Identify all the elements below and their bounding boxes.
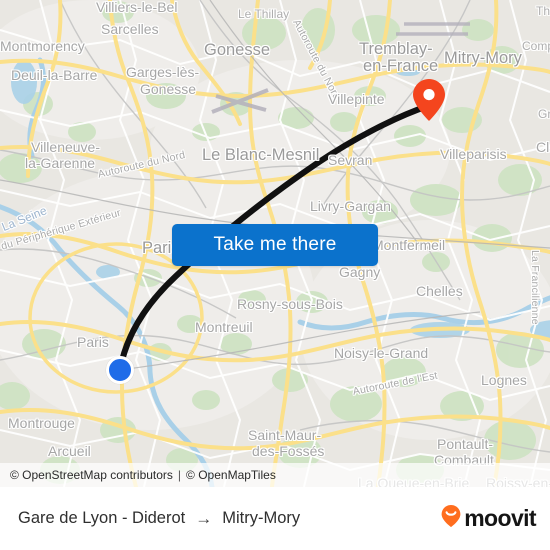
take-me-there-button[interactable]: Take me there <box>172 224 378 266</box>
trip-origin-label: Gare de Lyon - Diderot <box>18 509 186 527</box>
attribution-openmaptiles[interactable]: © OpenMapTiles <box>186 468 276 482</box>
trip-destination-label: Mitry-Mory <box>222 509 301 527</box>
moovit-pin-icon <box>440 504 462 533</box>
moovit-map-screen: Villiers-le-Bel Le Thillay Sarcelles Montmo… <box>0 0 550 550</box>
map-attribution: © OpenStreetMap contributors | © OpenMap… <box>0 463 550 487</box>
attribution-osm[interactable]: © OpenStreetMap contributors <box>10 468 173 482</box>
arrow-right-icon: → <box>195 508 213 528</box>
moovit-wordmark: moovit <box>464 505 536 531</box>
origin-marker-dot[interactable] <box>106 356 134 384</box>
bottom-bar: Gare de Lyon - Diderot → Mitry-Mory moov… <box>0 487 550 550</box>
map-canvas[interactable]: Villiers-le-Bel Le Thillay Sarcelles Montmo… <box>0 0 550 487</box>
destination-marker-pin[interactable] <box>412 78 446 122</box>
moovit-logo[interactable]: moovit <box>440 504 537 533</box>
trip-summary: Gare de Lyon - Diderot → Mitry-Mory <box>18 509 300 529</box>
attribution-separator: | <box>177 468 182 482</box>
